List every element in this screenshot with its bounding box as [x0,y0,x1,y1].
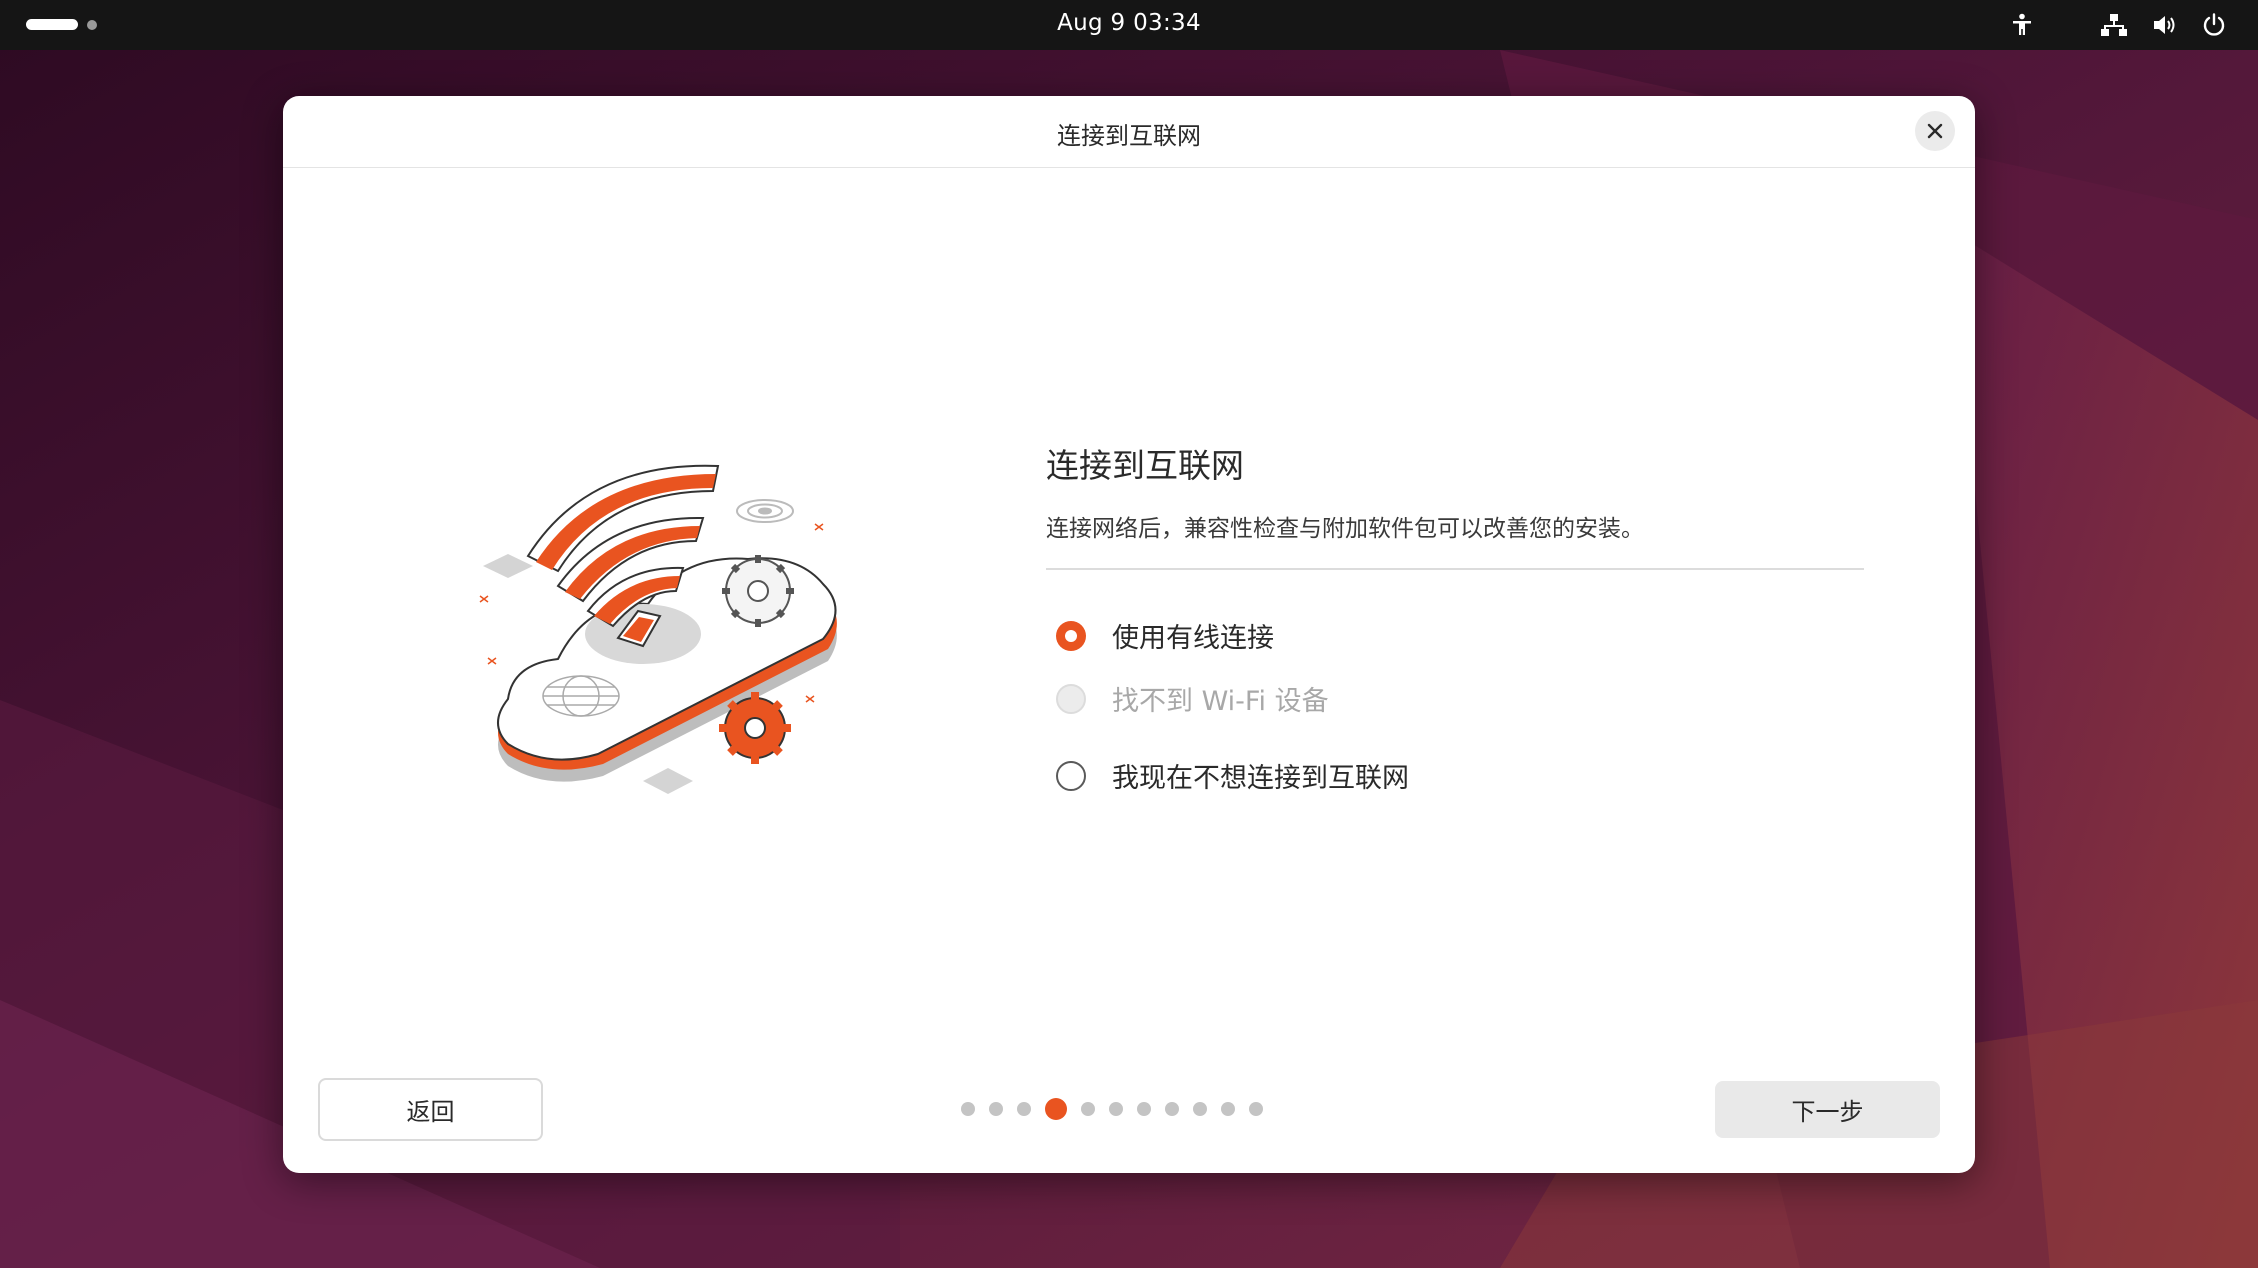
step-dot [1165,1102,1179,1116]
connection-options-panel: 连接到互联网 连接网络后，兼容性检查与附加软件包可以改善您的安装。 [1046,439,1864,570]
back-button[interactable]: 返回 [318,1078,543,1141]
clock[interactable]: Aug 9 03:34 [0,10,2258,36]
step-dot [1109,1102,1123,1116]
step-dot [1137,1102,1151,1116]
volume-icon[interactable] [2152,11,2180,39]
close-icon [1927,123,1943,139]
option-wired-connection[interactable]: 使用有线连接 [1056,616,1274,655]
divider [1046,568,1864,570]
step-dot [961,1102,975,1116]
step-dot [1249,1102,1263,1116]
step-dot [1193,1102,1207,1116]
page-subtitle: 连接网络后，兼容性检查与附加软件包可以改善您的安装。 [1046,516,1644,542]
radio-button-unselected[interactable] [1056,760,1086,791]
option-no-connection[interactable]: 我现在不想连接到互联网 [1056,756,1409,795]
radio-button-disabled [1056,683,1086,714]
option-label: 使用有线连接 [1112,623,1274,654]
step-dot [1221,1102,1235,1116]
dialog-title: 连接到互联网 [1057,122,1201,150]
option-wifi-unavailable: 找不到 Wi-Fi 设备 [1056,679,1329,718]
step-indicator [961,1098,1263,1120]
power-icon[interactable] [2200,11,2228,39]
option-label: 找不到 Wi-Fi 设备 [1112,686,1329,717]
next-button[interactable]: 下一步 [1715,1081,1940,1138]
page-heading: 连接到互联网 [1046,446,1244,485]
network-wired-icon[interactable] [2100,11,2128,39]
top-bar: Aug 9 03:34 [0,0,2258,50]
option-label: 我现在不想连接到互联网 [1112,763,1409,794]
step-dot-current [1045,1098,1067,1120]
step-dot [1081,1102,1095,1116]
radio-button-selected[interactable] [1056,620,1086,651]
installer-dialog: 连接到互联网 连接到互联网 连接网络后，兼容性检查与附加软件包可以改善您的安装。… [283,96,1975,1173]
step-dot [989,1102,1003,1116]
network-cloud-illustration [479,464,837,794]
close-button[interactable] [1915,111,1955,151]
step-dot [1017,1102,1031,1116]
accessibility-icon[interactable] [2008,11,2036,39]
dialog-headerbar: 连接到互联网 [283,96,1975,168]
